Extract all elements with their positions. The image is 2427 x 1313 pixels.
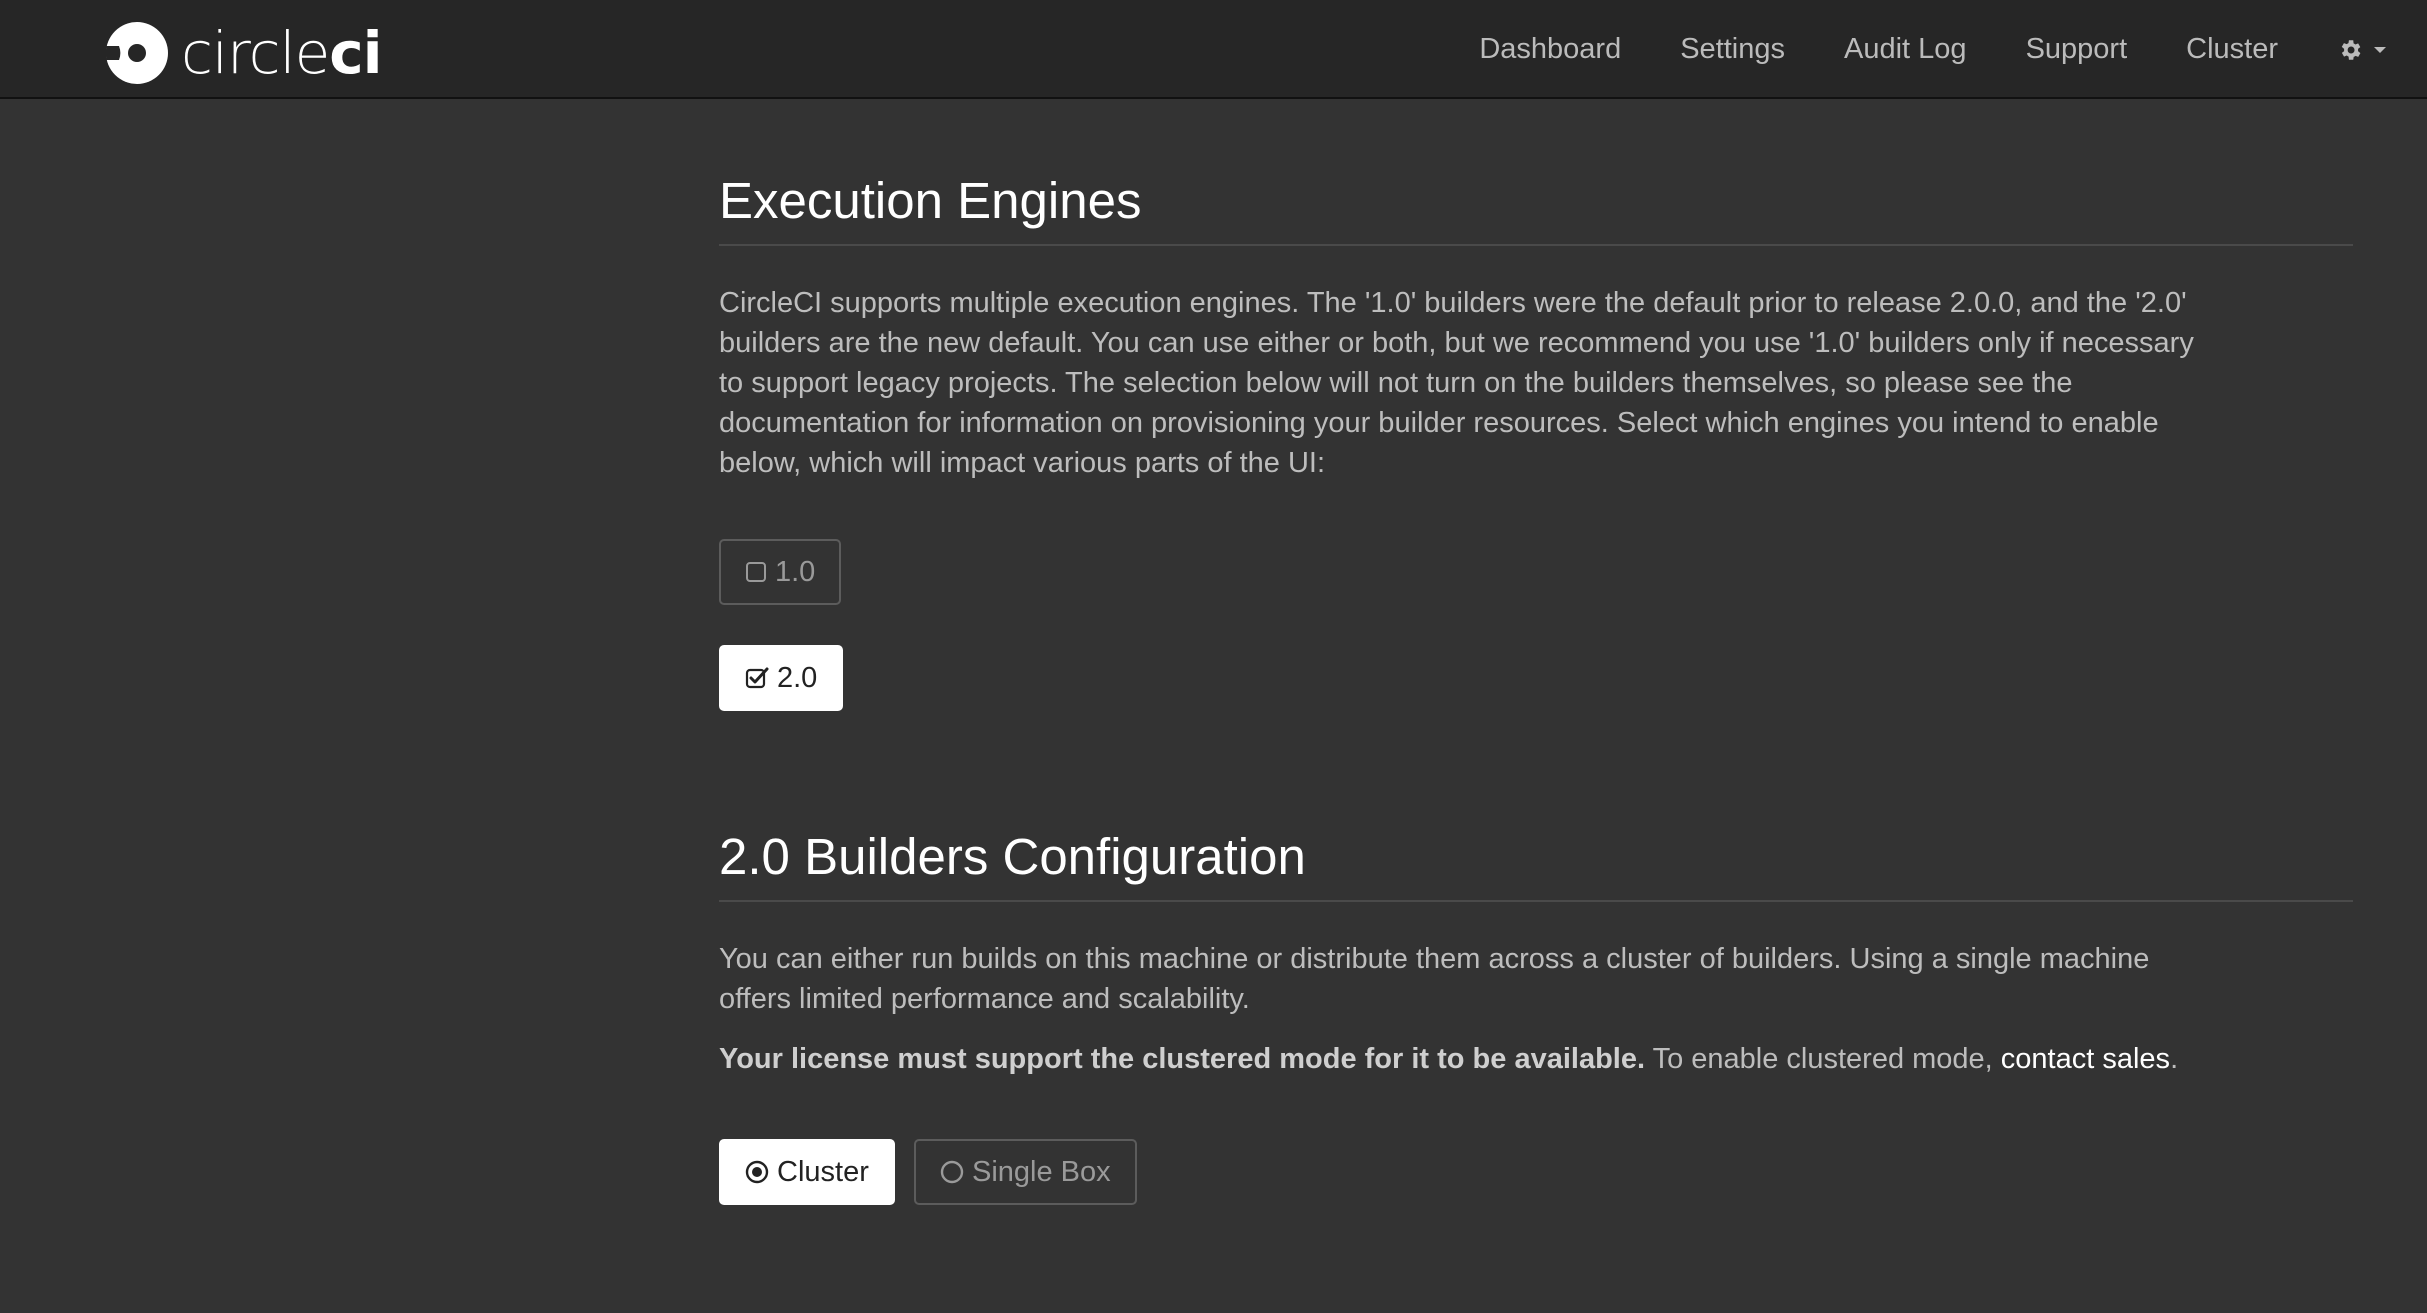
engine-2-0-toggle[interactable]: 2.0 [719, 645, 844, 711]
brand-wordmark: circleci [181, 24, 383, 82]
license-note-end: . [2170, 1043, 2179, 1075]
license-note-bold: Your license must support the clustered … [719, 1043, 1646, 1075]
brand-name-part-1: circle [181, 19, 330, 87]
nav-item-support[interactable]: Support [2026, 33, 2128, 66]
engine-1-0-toggle[interactable]: 1.0 [719, 539, 842, 605]
settings-menu-toggle[interactable] [2337, 37, 2387, 63]
nav-item-dashboard[interactable]: Dashboard [1479, 33, 1621, 66]
top-navbar: circleci Dashboard Settings Audit Log Su… [0, 0, 2427, 99]
execution-engines-title: Execution Engines [719, 172, 1142, 229]
mode-cluster-button[interactable]: Cluster [719, 1139, 895, 1205]
nav-item-cluster[interactable]: Cluster [2186, 33, 2278, 66]
mode-single-box-button[interactable]: Single Box [914, 1139, 1137, 1205]
mode-cluster-label: Cluster [777, 1155, 869, 1188]
license-note: Your license must support the clustered … [719, 1039, 2353, 1079]
mode-single-box-label: Single Box [972, 1155, 1111, 1188]
radio-unselected-icon [940, 1160, 964, 1184]
builders-config-description: You can either run builds on this machin… [719, 943, 2150, 1015]
builders-config-title: 2.0 Builders Configuration [719, 828, 1306, 885]
contact-sales-link[interactable]: contact sales [2001, 1043, 2170, 1075]
circleci-logo-icon [105, 22, 168, 84]
gear-icon [2341, 39, 2361, 60]
main-nav: Dashboard Settings Audit Log Support Clu… [1420, 0, 2387, 99]
checkbox-unchecked-icon [746, 562, 766, 582]
checkbox-checked-icon [745, 667, 769, 689]
engine-2-0-label: 2.0 [777, 661, 818, 694]
nav-item-settings[interactable]: Settings [1680, 33, 1785, 66]
caret-down-icon [2374, 46, 2386, 53]
engine-1-0-label: 1.0 [775, 555, 816, 588]
section-divider [719, 900, 2353, 902]
nav-item-audit-log[interactable]: Audit Log [1844, 33, 1967, 66]
license-note-text: To enable clustered mode, [1645, 1043, 2001, 1075]
brand-name-part-2: ci [329, 19, 382, 87]
section-divider [719, 244, 2353, 246]
radio-selected-icon [745, 1160, 769, 1184]
brand-logo[interactable]: circleci [105, 20, 383, 86]
execution-engines-description: CircleCI supports multiple execution eng… [719, 287, 2194, 479]
